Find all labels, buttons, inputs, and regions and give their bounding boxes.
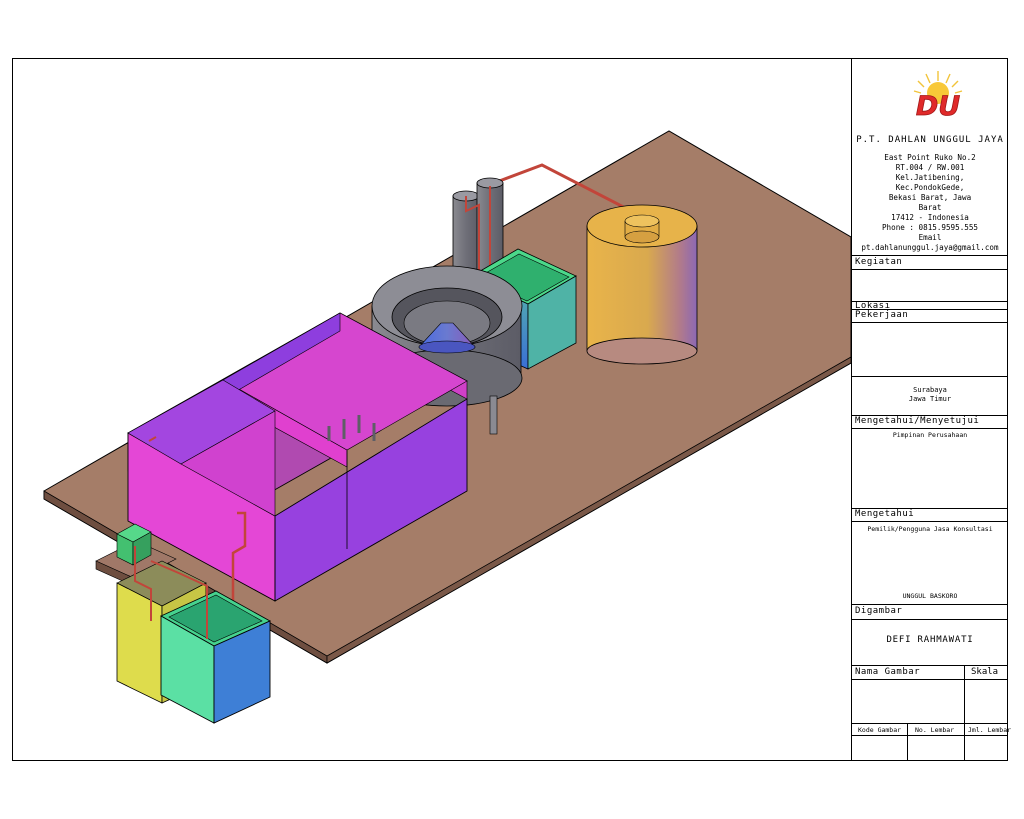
- address-line: Kec.PondokGede,: [895, 183, 965, 192]
- storage-tank: [586, 204, 698, 365]
- mengetahui-role: Pemilik/Pengguna Jasa Konsultasi: [867, 525, 993, 533]
- address-line: Bekasi Barat, Jawa: [888, 193, 972, 202]
- digambar-label: Digambar: [855, 606, 903, 616]
- mengetahui-name: UNGGUL BASKORO: [902, 592, 958, 600]
- jml-lembar-label: Jml. Lembar: [968, 726, 1012, 734]
- title-block: DU P.T. DAHLAN UNGGUL JAYA East Point Ru…: [851, 59, 1012, 760]
- address-line: East Point Ruko No.2: [884, 153, 976, 162]
- location-city: Surabaya: [913, 386, 947, 394]
- approval-label: Mengetahui/Menyetujui: [855, 416, 980, 426]
- isometric-wwtp-drawing: [43, 130, 851, 724]
- address-line: RT.004 / RW.001: [895, 163, 965, 172]
- skala-label: Skala: [971, 667, 999, 677]
- kode-gambar-label: Kode Gambar: [858, 726, 902, 734]
- address-line: Email: [918, 233, 942, 242]
- nama-gambar-label: Nama Gambar: [855, 667, 921, 677]
- mengetahui-label: Mengetahui: [855, 509, 915, 519]
- email-address: pt.dahlanunggul.jaya@gmail.com: [861, 243, 999, 252]
- address-line: 17412 - Indonesia: [891, 213, 969, 222]
- drawing-sheet: DU P.T. DAHLAN UNGGUL JAYA East Point Ru…: [12, 58, 1012, 761]
- svg-text:DU: DU: [916, 91, 960, 121]
- company-address: East Point Ruko No.2 RT.004 / RW.001 Kel…: [852, 153, 1008, 253]
- kegiatan-label: Kegiatan: [855, 257, 903, 267]
- location-province: Jawa Timur: [908, 395, 952, 403]
- approval-role: Pimpinan Perusahaan: [892, 431, 968, 439]
- company-name: P.T. DAHLAN UNGGUL JAYA: [856, 135, 1004, 145]
- digambar-name: DEFI RAHMAWATI: [886, 635, 974, 645]
- pekerjaan-label: Pekerjaan: [855, 310, 909, 320]
- no-lembar-label: No. Lembar: [915, 726, 955, 734]
- address-line: Phone : 0815.9595.555: [881, 223, 978, 232]
- address-line: Barat: [918, 203, 942, 212]
- address-line: Kel.Jatibening,: [895, 173, 965, 182]
- du-logo-icon: DU: [913, 71, 963, 121]
